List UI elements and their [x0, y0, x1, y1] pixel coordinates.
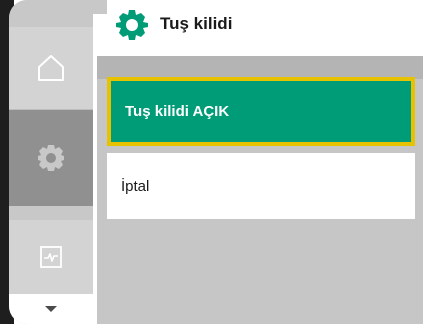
gear-icon — [36, 143, 66, 173]
sidebar-top — [9, 0, 93, 27]
sidebar-item-diagnostics[interactable] — [9, 220, 93, 294]
sidebar-separator — [9, 206, 93, 220]
home-icon — [36, 53, 66, 83]
menu-item-label: Tuş kilidi AÇIK — [125, 103, 230, 120]
page-title: Tuş kilidi — [160, 14, 233, 33]
sidebar — [9, 0, 93, 324]
pulse-icon — [39, 245, 63, 269]
menu-item-keylock-on[interactable]: Tuş kilidi AÇIK — [107, 77, 415, 146]
content-top-band — [97, 56, 423, 79]
chevron-down-icon — [44, 304, 58, 314]
sidebar-item-more[interactable] — [9, 294, 93, 324]
menu-item-cancel[interactable]: İptal — [107, 153, 415, 219]
sidebar-item-settings[interactable] — [9, 110, 93, 206]
sidebar-item-home[interactable] — [9, 27, 93, 110]
header-corner — [93, 0, 107, 14]
menu-item-label: İptal — [121, 177, 150, 195]
gear-icon — [115, 8, 149, 42]
